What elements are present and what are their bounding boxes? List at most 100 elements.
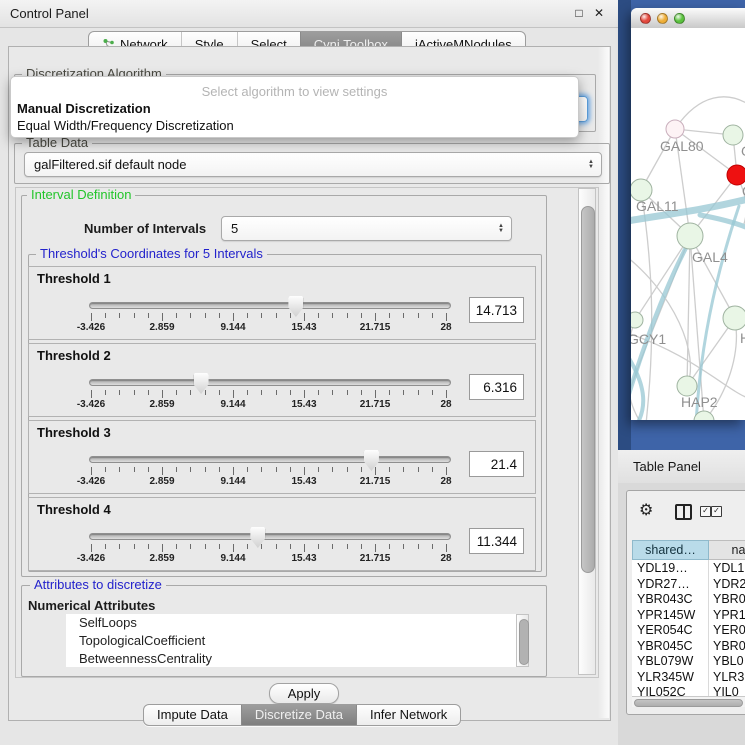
attributes-list-scrollbar-thumb[interactable]: [519, 619, 529, 665]
cell-name[interactable]: YBR0: [713, 639, 745, 653]
slider-tick-label: 15.43: [279, 322, 329, 333]
threshold-slider-handle[interactable]: [250, 527, 265, 548]
cell-name[interactable]: YBR0: [713, 592, 745, 606]
thresholds-group-title: Threshold's Coordinates for 5 Intervals: [36, 247, 267, 261]
network-node[interactable]: [666, 120, 684, 138]
table-row[interactable]: YDL19… YDL1: [632, 560, 745, 576]
algorithm-placeholder-option[interactable]: Select algorithm to view settings: [11, 84, 578, 99]
threshold-slider-handle[interactable]: [194, 373, 209, 394]
slider-tick-label: 2.859: [137, 399, 187, 410]
split-columns-icon[interactable]: [675, 504, 692, 520]
minimize-traffic-light-icon[interactable]: [657, 13, 668, 24]
cell-name[interactable]: YER0: [713, 623, 745, 637]
list-item-selfloops[interactable]: SelfLoops: [66, 614, 516, 632]
combo-stepper-icon: ▲▼: [588, 160, 594, 170]
close-window-icon[interactable]: ✕: [592, 6, 606, 20]
num-intervals-combobox[interactable]: 5 ▲▼: [221, 216, 512, 241]
cell-shared-name[interactable]: YBR043C: [637, 592, 693, 606]
table-horizontal-scrollbar-thumb[interactable]: [634, 699, 743, 707]
network-node-label: GAL80: [660, 138, 704, 154]
cell-shared-name[interactable]: YBR045C: [637, 639, 693, 653]
network-window-titlebar[interactable]: [631, 8, 745, 29]
checkbox-checked-icon[interactable]: ✓: [711, 506, 722, 517]
table-panel-title: Table Panel: [633, 459, 701, 474]
cell-shared-name[interactable]: YBL079W: [637, 654, 693, 668]
cell-shared-name[interactable]: YDL19…: [637, 561, 688, 575]
network-node[interactable]: [631, 312, 643, 328]
combo-stepper-icon: ▲▼: [498, 224, 504, 234]
slider-tick-label: 9.144: [208, 476, 258, 487]
threshold-slider-handle[interactable]: [364, 450, 379, 471]
float-window-icon[interactable]: □: [572, 6, 586, 20]
threshold-value-field[interactable]: 14.713: [469, 297, 524, 323]
tab-impute-data[interactable]: Impute Data: [144, 705, 241, 725]
control-panel-titlebar: Control Panel □ ✕: [0, 0, 618, 28]
network-node[interactable]: [723, 306, 745, 330]
column-header-name[interactable]: na: [709, 540, 745, 560]
network-node[interactable]: [677, 223, 703, 249]
network-node[interactable]: [727, 165, 745, 185]
numerical-attributes-list: SelfLoops TopologicalCoefficient Between…: [66, 614, 516, 667]
table-row[interactable]: YBL079W YBL0: [632, 653, 745, 669]
network-canvas[interactable]: GAL80GACGAL11GAL4GCY1HHAP2: [631, 28, 745, 420]
zoom-traffic-light-icon[interactable]: [674, 13, 685, 24]
vertical-scrollbar[interactable]: [578, 188, 596, 675]
cell-shared-name[interactable]: YLR345W: [637, 670, 694, 684]
cell-shared-name[interactable]: YER054C: [637, 623, 693, 637]
table-row[interactable]: YDR27… YDR2: [632, 576, 745, 592]
list-item-topologicalcoefficient[interactable]: TopologicalCoefficient: [66, 632, 516, 650]
cyni-bottom-tabbar: Impute Data Discretize Data Infer Networ…: [143, 704, 461, 726]
num-intervals-label: Number of Intervals: [84, 221, 206, 236]
algorithm-option-manual[interactable]: Manual Discretization: [16, 101, 573, 117]
table-data-combobox[interactable]: galFiltered.sif default node ▲▼: [24, 152, 602, 177]
cell-name[interactable]: YBL0: [713, 654, 744, 668]
close-traffic-light-icon[interactable]: [640, 13, 651, 24]
threshold-value-field[interactable]: 6.316: [469, 374, 524, 400]
tab-infer-network[interactable]: Infer Network: [356, 705, 460, 725]
algorithm-option-equal-width[interactable]: Equal Width/Frequency Discretization: [16, 118, 573, 134]
table-horizontal-scrollbar[interactable]: [632, 696, 745, 707]
slider-tick-label: 28: [421, 476, 471, 487]
cell-shared-name[interactable]: YDR27…: [637, 577, 690, 591]
network-edge[interactable]: [675, 97, 745, 129]
cell-name[interactable]: YPR1: [713, 608, 745, 622]
cell-name[interactable]: YDR2: [713, 577, 745, 591]
threshold-value-field[interactable]: 21.4: [469, 451, 524, 477]
table-row[interactable]: YBR043C YBR0: [632, 591, 745, 607]
table-data-value: galFiltered.sif default node: [34, 153, 186, 176]
vertical-scrollbar-thumb[interactable]: [581, 206, 595, 573]
column-header-shared-name[interactable]: shared…: [632, 540, 709, 560]
slider-tick-label: 21.715: [350, 399, 400, 410]
cell-name[interactable]: YDL1: [713, 561, 744, 575]
gear-icon[interactable]: ⚙: [639, 500, 653, 520]
table-row[interactable]: YLR345W YLR3: [632, 669, 745, 685]
cell-name[interactable]: YLR3: [713, 670, 744, 684]
threshold-slider-track[interactable]: [89, 456, 451, 463]
network-node[interactable]: [677, 376, 697, 396]
attributes-list-scrollbar[interactable]: [516, 614, 529, 667]
table-row[interactable]: YBR045C YBR0: [632, 638, 745, 654]
network-node-label: H: [740, 330, 745, 346]
slider-tick-label: 2.859: [137, 322, 187, 333]
column-divider: [708, 560, 709, 696]
apply-button[interactable]: Apply: [269, 683, 339, 704]
threshold-slider-track[interactable]: [89, 379, 451, 386]
attributes-group-title: Attributes to discretize: [30, 578, 166, 592]
network-edge-highlighted[interactable]: [700, 215, 745, 228]
threshold-label: Threshold 4: [37, 502, 111, 517]
checkbox-checked-icon[interactable]: ✓: [700, 506, 711, 517]
table-row[interactable]: YPR145W YPR1: [632, 607, 745, 623]
network-edge[interactable]: [687, 236, 690, 386]
network-view-window: GAL80GACGAL11GAL4GCY1HHAP2: [631, 8, 745, 420]
slider-tick-label: 28: [421, 399, 471, 410]
tab-discretize-data[interactable]: Discretize Data: [241, 705, 356, 725]
threshold-slider-track[interactable]: [89, 302, 451, 309]
threshold-value-field[interactable]: 11.344: [469, 528, 524, 554]
list-item-betweennesscentrality[interactable]: BetweennessCentrality: [66, 650, 516, 667]
network-node-label: GAL11: [636, 198, 679, 214]
threshold-panel: Threshold 3 -3.4262.8599.14415.4321.7152…: [28, 420, 536, 494]
table-row[interactable]: YER054C YER0: [632, 622, 745, 638]
cell-shared-name[interactable]: YPR145W: [637, 608, 695, 622]
network-node[interactable]: [723, 125, 743, 145]
threshold-slider-track[interactable]: [89, 533, 451, 540]
